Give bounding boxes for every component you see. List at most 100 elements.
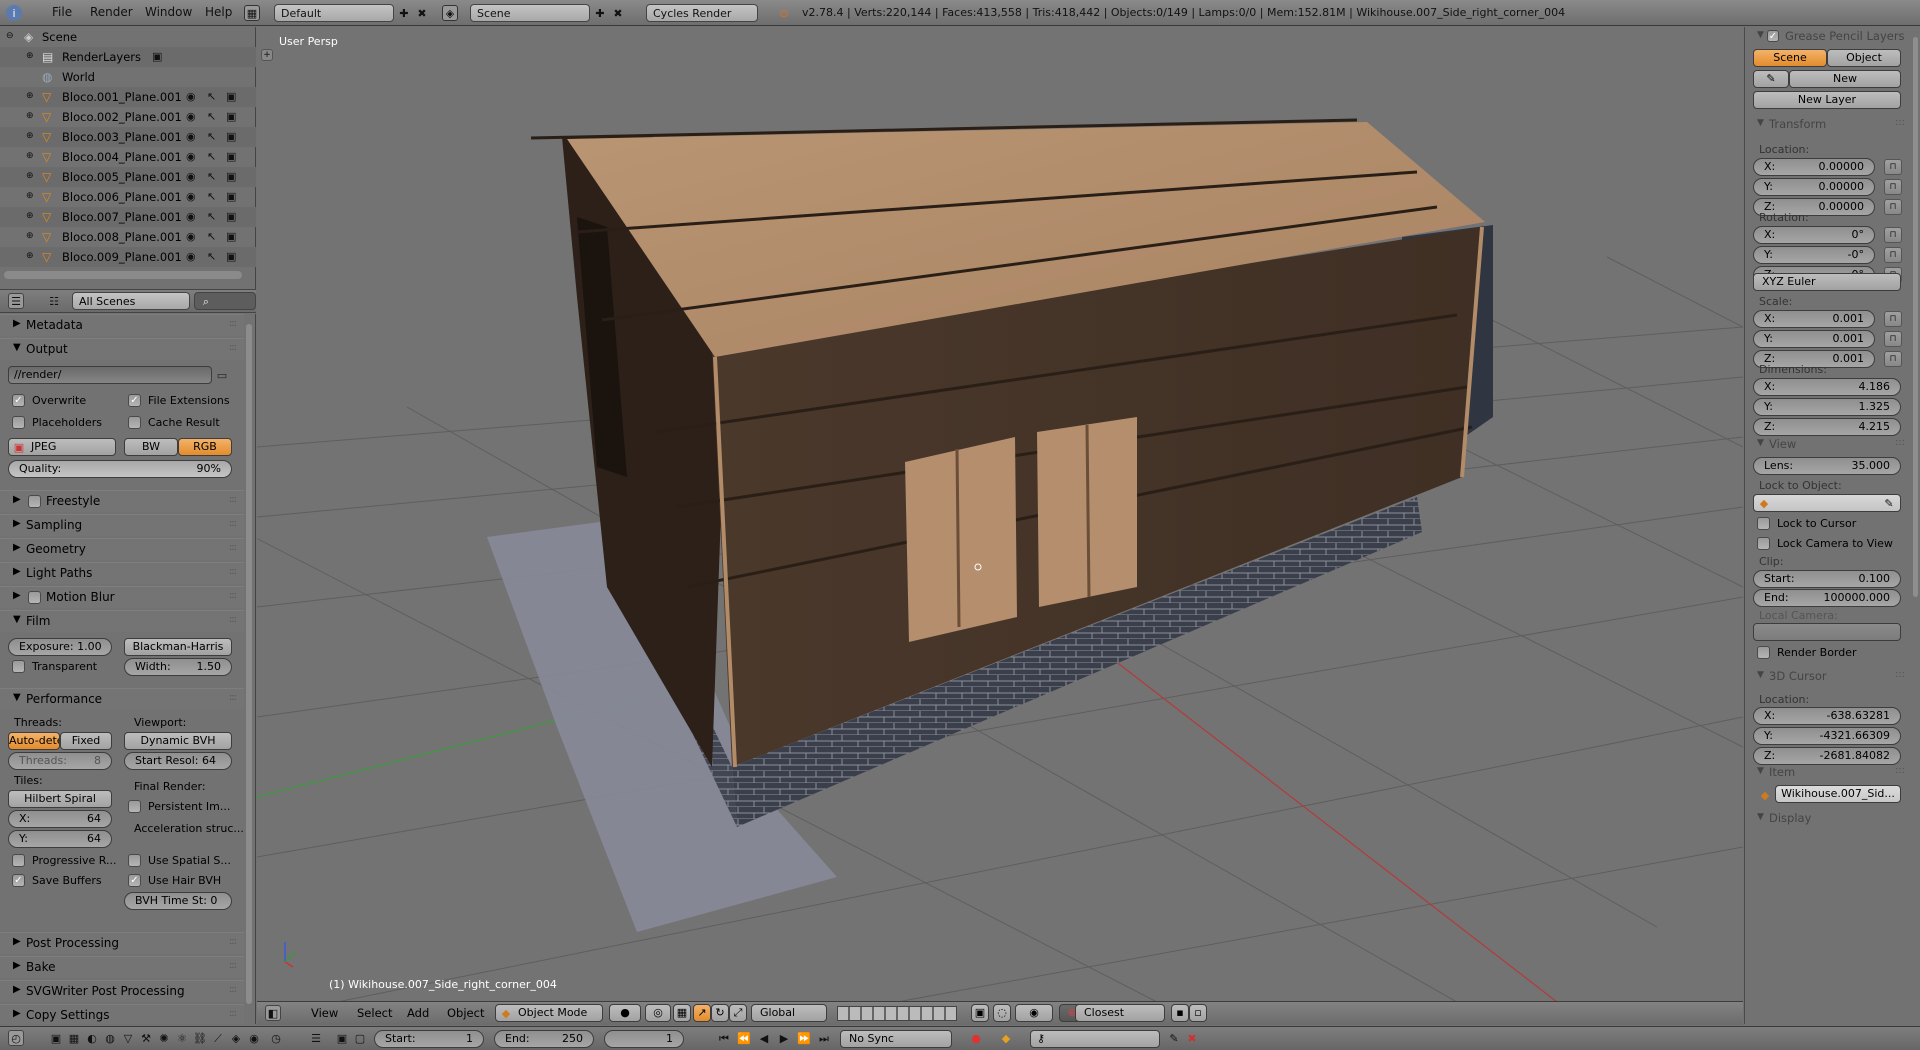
snap-target-select[interactable]: Closest (1075, 1004, 1165, 1022)
overwrite-checkbox[interactable]: ✓ (12, 394, 25, 407)
grip-icon[interactable]: ::: (229, 494, 237, 505)
outliner-scrollbar[interactable] (4, 271, 242, 279)
menu-add[interactable]: Add (407, 1006, 429, 1020)
cursor-select-icon[interactable]: ↖ (207, 250, 216, 263)
scale-x-field[interactable]: X: 0.001 (1753, 310, 1875, 328)
3d-viewport[interactable]: User Persp + (1) Wikihouse.007_Side_righ… (257, 27, 1743, 1024)
eyedropper-icon[interactable]: ✎ (1881, 495, 1897, 511)
constraint-icon[interactable]: ⛓ (192, 1030, 208, 1046)
tile-x-field[interactable]: X: 64 (8, 810, 112, 828)
item-header[interactable]: ▼ Item::: (1745, 763, 1920, 783)
section-motion-blur[interactable]: ▶ Motion Blur::: (0, 586, 244, 608)
eye-icon[interactable]: ◉ (186, 170, 196, 183)
grip-icon[interactable]: ::: (229, 1008, 237, 1019)
keyframe-type-icon[interactable]: ◆ (998, 1030, 1014, 1046)
tile-order-select[interactable]: Hilbert Spiral (8, 790, 112, 808)
physics-icon[interactable]: ⚛ (174, 1030, 190, 1046)
motion-blur-checkbox[interactable] (28, 591, 41, 604)
collapse-icon[interactable]: ⊖ (6, 31, 16, 41)
grip-icon[interactable]: ::: (229, 936, 237, 947)
scene-icon[interactable]: ◈ (228, 1030, 244, 1046)
bone-icon[interactable]: ⟋ (210, 1030, 226, 1046)
eye-icon[interactable]: ◉ (186, 210, 196, 223)
expand-icon[interactable]: ⊕ (26, 211, 36, 221)
camera-render-icon[interactable]: ▣ (226, 130, 236, 143)
eye-icon[interactable]: ◉ (186, 110, 196, 123)
pivot-point-icon[interactable]: ◎ (645, 1004, 671, 1022)
filter-width-field[interactable]: Width: 1.50 (124, 658, 232, 676)
sync-mode-select[interactable]: No Sync (840, 1030, 952, 1048)
lock-icon[interactable]: ⊓ (1884, 311, 1902, 327)
section-svgwriter[interactable]: ▶ SVGWriter Post Processing::: (0, 980, 244, 1002)
camera-render-icon[interactable]: ▣ (226, 110, 236, 123)
clip-end-field[interactable]: End: 100000.000 (1753, 589, 1901, 607)
cursor-select-icon[interactable]: ↖ (207, 150, 216, 163)
outliner-object-row[interactable]: ⊕ ▽ Bloco.004_Plane.001 ◉ ↖ ▣ (0, 147, 256, 167)
expand-icon[interactable]: ⊕ (26, 231, 36, 241)
camera-render-icon[interactable]: ▣ (226, 250, 236, 263)
rotation-y-field[interactable]: Y: -0° (1753, 246, 1875, 264)
dimension-z-field[interactable]: Z: 4.215 (1753, 418, 1901, 436)
dimension-x-field[interactable]: X: 4.186 (1753, 378, 1901, 396)
outliner-renderlayers-row[interactable]: ⊕ ▤ RenderLayers ▣ (0, 47, 256, 67)
section-metadata[interactable]: ▶ Metadata::: (0, 314, 244, 336)
camera-render-icon[interactable]: ▣ (226, 90, 236, 103)
bvh-time-steps-field[interactable]: BVH Time St: 0 (124, 892, 232, 910)
keying-set-select[interactable]: ⚷ (1030, 1030, 1160, 1048)
render-animation-icon[interactable]: ▫ (1189, 1004, 1207, 1022)
menu-file[interactable]: File (52, 5, 72, 19)
cache-result-checkbox[interactable] (128, 416, 141, 429)
eye-icon[interactable]: ◉ (186, 250, 196, 263)
expand-icon[interactable]: ⊕ (26, 151, 36, 161)
save-buffers-checkbox[interactable]: ✓ (12, 874, 25, 887)
outliner-object-row[interactable]: ⊕ ▽ Bloco.007_Plane.001 ◉ ↖ ▣ (0, 207, 256, 227)
timeline-editor-icon[interactable]: ◴ (8, 1030, 24, 1046)
eye-icon[interactable]: ◉ (186, 230, 196, 243)
cursor-select-icon[interactable]: ↖ (207, 90, 216, 103)
render-layer-icon[interactable]: ▣ (48, 1030, 64, 1046)
timeline-menu-icon[interactable]: ☰ (308, 1030, 324, 1046)
play-reverse-icon[interactable]: ◀ (756, 1030, 772, 1046)
screen-layout-icon[interactable]: ▦ (244, 5, 260, 21)
cursor-select-icon[interactable]: ↖ (207, 110, 216, 123)
outliner-object-row[interactable]: ⊕ ▽ Bloco.003_Plane.001 ◉ ↖ ▣ (0, 127, 256, 147)
frame-lock-icon[interactable]: ▢ (352, 1030, 368, 1046)
outliner-object-row[interactable]: ⊕ ▽ Bloco.009_Plane.001 ◉ ↖ ▣ (0, 247, 256, 267)
grip-icon[interactable]: ::: (229, 614, 237, 625)
expand-icon[interactable]: ⊕ (26, 91, 36, 101)
clip-start-field[interactable]: Start: 0.100 (1753, 570, 1901, 588)
delete-keyframe-icon[interactable]: ✖ (1184, 1030, 1200, 1046)
camera-render-icon[interactable]: ▣ (226, 210, 236, 223)
file-extensions-checkbox[interactable]: ✓ (128, 394, 141, 407)
properties-scrollbar[interactable] (246, 324, 252, 1004)
eye-icon[interactable]: ◉ (186, 130, 196, 143)
freestyle-checkbox[interactable] (28, 495, 41, 508)
editor-type-icon[interactable]: ◧ (265, 1005, 281, 1021)
expand-icon[interactable]: ⊕ (26, 171, 36, 181)
transform-header[interactable]: ▼ Transform::: (1745, 115, 1920, 135)
scale-y-field[interactable]: Y: 0.001 (1753, 330, 1875, 348)
rgb-button[interactable]: RGB (178, 438, 232, 456)
menu-render[interactable]: Render (90, 5, 133, 19)
gp-object-tab[interactable]: Object (1827, 49, 1901, 67)
expand-icon[interactable]: ⊕ (26, 191, 36, 201)
display-filter-select[interactable]: All Scenes (72, 292, 190, 310)
display-header[interactable]: ▼ Display (1745, 809, 1920, 829)
record-icon[interactable]: ● (968, 1030, 984, 1046)
camera-render-icon[interactable]: ▣ (226, 150, 236, 163)
expand-icon[interactable]: ⊕ (26, 251, 36, 261)
local-camera-field[interactable] (1753, 623, 1901, 641)
grip-icon[interactable]: ::: (229, 984, 237, 995)
menu-view[interactable]: View (311, 1006, 338, 1020)
pencil-icon[interactable]: ✎ (1753, 70, 1789, 88)
play-icon[interactable]: ▶ (776, 1030, 792, 1046)
display-mode-icon[interactable]: ☷ (46, 293, 62, 309)
grip-icon[interactable]: ::: (229, 518, 237, 529)
cursor-x-field[interactable]: X: -638.63281 (1753, 707, 1901, 725)
section-freestyle[interactable]: ▶ Freestyle::: (0, 490, 244, 512)
lens-field[interactable]: Lens: 35.000 (1753, 457, 1901, 475)
lock-layers-icon[interactable]: ▣ (971, 1004, 989, 1022)
current-frame-field[interactable]: 1 (604, 1030, 684, 1048)
next-keyframe-icon[interactable]: ⏩ (796, 1030, 812, 1046)
world-icon[interactable]: ◍ (102, 1030, 118, 1046)
